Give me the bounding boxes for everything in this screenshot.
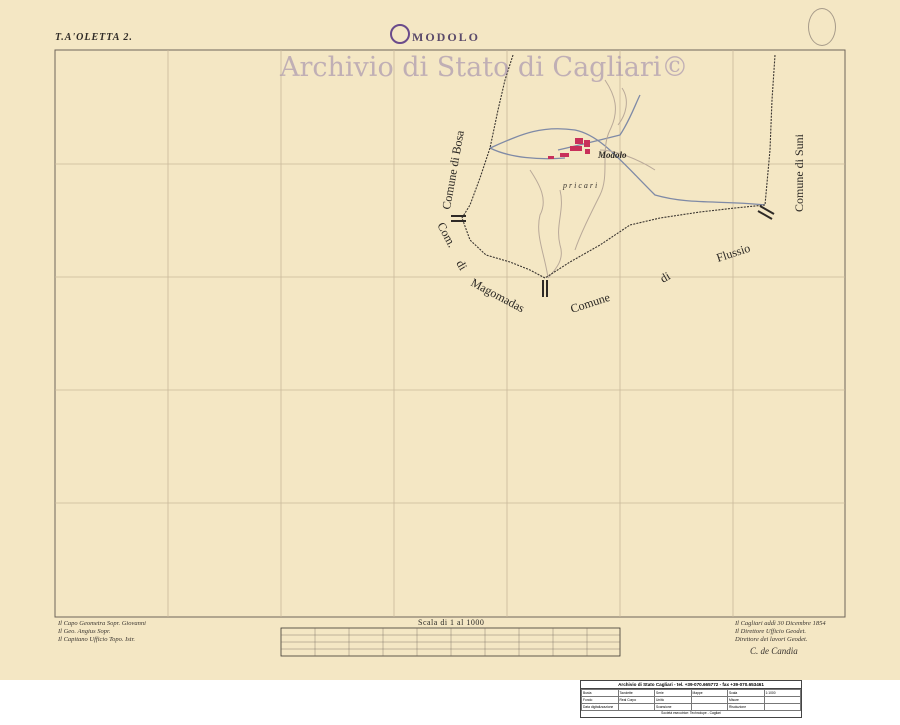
- right-note-2: Il Direttore Ufficio Geodet.: [735, 628, 807, 635]
- left-note-1: Il Capo Geometra Sopr. Giovanni: [58, 620, 146, 627]
- settlement-modolo: [548, 138, 590, 159]
- info-cell: 1:1000: [763, 689, 801, 697]
- left-note-2: Il Geo. Angius Sopr.: [58, 628, 111, 635]
- info-cell: [690, 703, 728, 711]
- label-di-1: di: [453, 258, 470, 274]
- label-modolo: Modolo: [597, 150, 627, 160]
- label-magomadas: Magomadas: [469, 275, 528, 315]
- boundary-line: [461, 54, 776, 279]
- label-ppiccari: p r i c a r i: [562, 181, 597, 190]
- map-sheet: T.A'OLETTA 2. MODOLO Comune di Bosa Com.…: [0, 0, 900, 680]
- info-cell: [690, 696, 728, 704]
- grid-lines: [55, 50, 845, 617]
- label-comune-suni: Comune di Suni: [792, 133, 806, 212]
- info-cell: Scala: [727, 689, 765, 697]
- info-cell: Unità: [654, 696, 692, 704]
- info-row: Busta Tavolette Serie Mappe Scala 1:1000: [581, 689, 801, 697]
- info-cell: Fondo: [581, 696, 619, 704]
- info-cell: Scansione: [654, 703, 692, 711]
- info-cell: Real Corpo: [617, 696, 655, 704]
- right-note-1: Il Cagliari addì 30 Dicembre 1854: [735, 620, 826, 627]
- info-footer: Società esecutrice: Technolupe - Cagliar…: [661, 711, 721, 715]
- label-comune-bosa: Comune di Bosa: [439, 129, 467, 211]
- signature: C. de Candia: [750, 646, 798, 656]
- roads: [489, 94, 766, 206]
- info-table: Busta Tavolette Serie Mappe Scala 1:1000…: [581, 689, 801, 711]
- label-com: Com.: [434, 220, 459, 250]
- archive-info-box: Archivio di Stato Cagliari - tel. +39-07…: [580, 680, 802, 718]
- map-drawing: Comune di Bosa Com. di Magomadas Comune …: [54, 49, 846, 657]
- label-comune-flussio: Comune: [569, 290, 612, 316]
- info-cell: Data digitalizzazione: [581, 703, 619, 711]
- scale-bar: [280, 627, 621, 657]
- info-cell: [763, 696, 801, 704]
- info-cell: Risoluzione: [727, 703, 765, 711]
- info-row: Fondo Real Corpo Unità Misure: [581, 696, 801, 704]
- streams: [529, 79, 656, 279]
- map-frame: [54, 49, 846, 618]
- info-cell: [763, 703, 801, 711]
- left-note-3: Il Capitano Ufficio Topo. Istr.: [58, 636, 136, 643]
- info-cell: Serie: [654, 689, 692, 697]
- info-header: Archivio di Stato Cagliari - tel. +39-07…: [581, 681, 801, 689]
- info-cell: Tavolette: [617, 689, 655, 697]
- scale-title: Scala di 1 al 1000: [418, 618, 485, 627]
- right-note-3: Direttore dei lavori Geodet.: [735, 636, 808, 643]
- info-cell: Mappe: [690, 689, 728, 697]
- info-cell: Busta: [581, 689, 619, 697]
- info-row: Data digitalizzazione Scansione Risoluzi…: [581, 703, 801, 711]
- info-cell: Misure: [727, 696, 765, 704]
- info-cell: [617, 703, 655, 711]
- archive-watermark: Archivio di Stato di Cagliari©: [280, 52, 689, 83]
